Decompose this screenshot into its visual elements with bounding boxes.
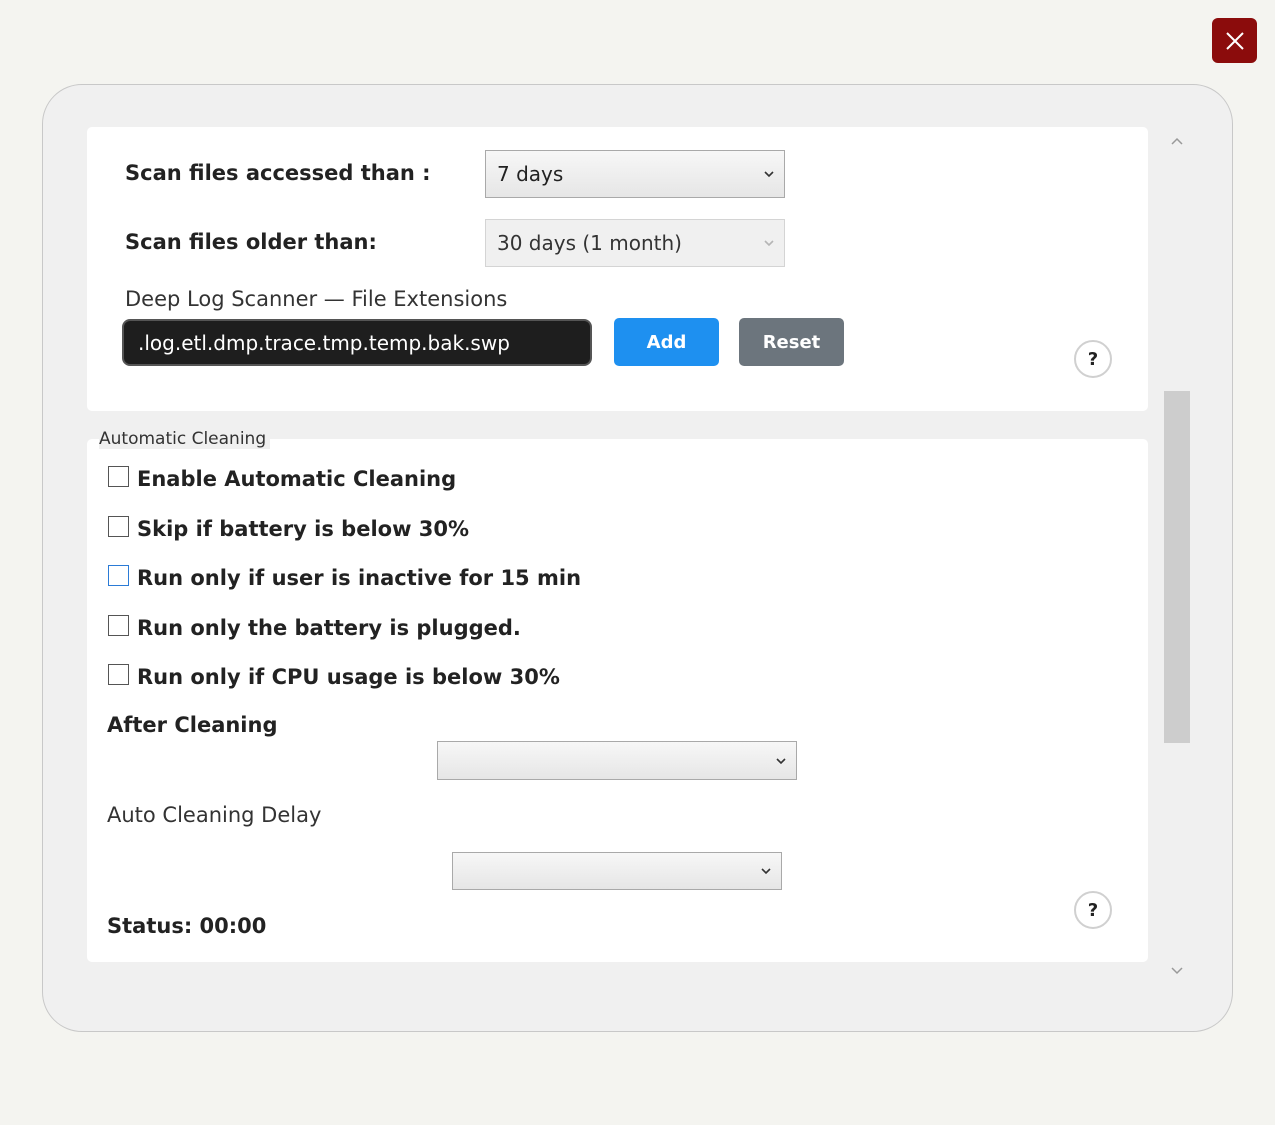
option-label: Run only if CPU usage is below 30% [137,665,560,689]
option-cpu-usage-below[interactable]: Run only if CPU usage is below 30% [108,662,560,692]
question-icon: ? [1087,348,1099,370]
status-text: Status: 00:00 [107,914,267,938]
option-label: Enable Automatic Cleaning [137,467,457,491]
option-label: Skip if battery is below 30% [137,517,470,541]
chevron-down-icon [776,757,786,764]
cpu-usage-checkbox[interactable] [108,663,129,685]
reset-button[interactable]: Reset [739,318,844,366]
scan-older-select[interactable]: 30 days (1 month) [485,219,785,267]
close-button[interactable] [1212,18,1257,63]
after-cleaning-select[interactable] [437,741,797,780]
question-icon: ? [1087,899,1099,921]
scroll-down-button[interactable] [1167,960,1187,980]
deep-log-help-button[interactable]: ? [1074,340,1112,378]
chevron-up-icon [1171,137,1183,145]
auto-cleaning-delay-select[interactable] [452,852,782,890]
scan-accessed-value: 7 days [497,162,564,186]
enable-automatic-cleaning-checkbox[interactable] [108,465,129,487]
chevron-down-icon [764,240,774,247]
file-extensions-value: .log.etl.dmp.trace.tmp.temp.bak.swp [138,330,510,355]
file-extensions-input[interactable]: .log.etl.dmp.trace.tmp.temp.bak.swp [122,319,592,366]
scan-older-value: 30 days (1 month) [497,231,682,255]
auto-cleaning-help-button[interactable]: ? [1074,891,1112,929]
automatic-cleaning-group-title: Automatic Cleaning [99,429,271,449]
scrollbar-thumb[interactable] [1164,391,1190,743]
after-cleaning-label: After Cleaning [107,713,278,737]
skip-battery-checkbox[interactable] [108,515,129,537]
option-label: Run only if user is inactive for 15 min [137,566,582,590]
option-label: Run only the battery is plugged. [137,616,521,640]
chevron-down-icon [761,868,771,875]
chevron-down-icon [764,171,774,178]
close-icon [1225,31,1244,50]
option-battery-plugged[interactable]: Run only the battery is plugged. [108,613,521,643]
option-skip-battery-below[interactable]: Skip if battery is below 30% [108,514,469,544]
scan-accessed-select[interactable]: 7 days [485,150,785,198]
scan-older-label: Scan files older than: [125,230,377,254]
scan-accessed-label: Scan files accessed than : [125,161,431,185]
battery-plugged-checkbox[interactable] [108,614,129,636]
add-button[interactable]: Add [614,318,719,366]
scroll-up-button[interactable] [1167,131,1187,151]
option-user-inactive[interactable]: Run only if user is inactive for 15 min [108,563,581,593]
auto-cleaning-delay-label: Auto Cleaning Delay [107,803,322,827]
option-enable-automatic-cleaning[interactable]: Enable Automatic Cleaning [108,464,456,494]
deep-log-title: Deep Log Scanner — File Extensions [125,287,508,311]
user-inactive-checkbox[interactable] [108,564,129,586]
chevron-down-icon [1171,966,1183,974]
